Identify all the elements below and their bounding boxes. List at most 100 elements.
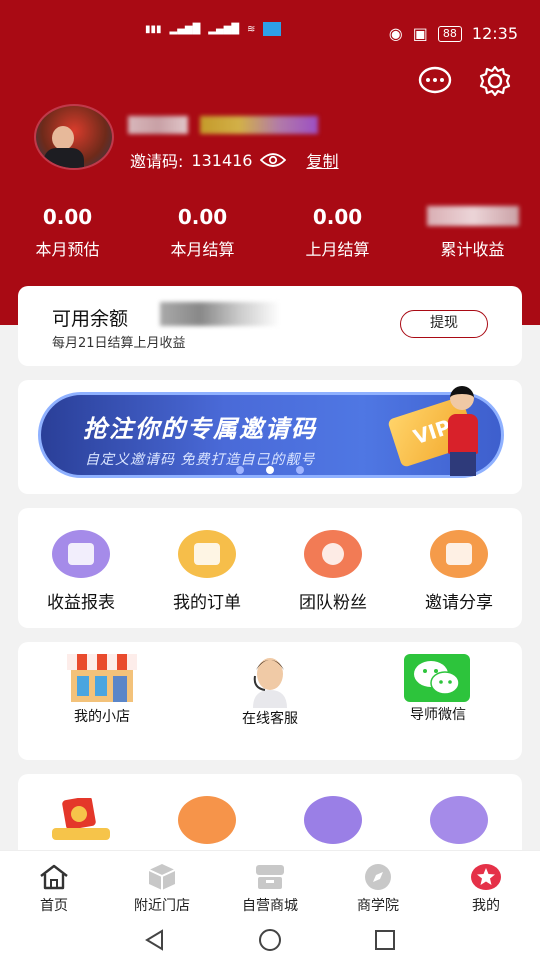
status-bar: ▮▮▮ ▂▄▆█ ▂▄▆█ ≋ ◉ ▣ 88 12:35 (0, 0, 540, 64)
tools-card: 我的小店 在线客服 导师微信 (18, 642, 522, 760)
nav-home[interactable]: 首页 (0, 851, 108, 920)
chat-bubble-icon (418, 66, 452, 94)
person-head (450, 386, 474, 410)
function-grid: 收益报表 我的订单 团队粉丝 邀请分享 (18, 508, 522, 628)
cube-icon (146, 863, 178, 891)
gear-icon (479, 65, 511, 97)
carousel-dot-active[interactable] (266, 466, 274, 474)
carousel-dots (18, 466, 522, 474)
shop-icon (67, 654, 137, 702)
nav-label: 我的 (472, 898, 500, 914)
nav-self-mall[interactable]: 自营商城 (216, 851, 324, 920)
back-icon[interactable] (144, 929, 166, 951)
report-icon (52, 530, 110, 578)
banner-title: 抢注你的专属邀请码 (83, 415, 317, 443)
video-icon (430, 796, 488, 844)
grid-label: 收益报表 (47, 593, 115, 613)
nav-label: 首页 (40, 898, 68, 914)
notification-icon (263, 22, 282, 36)
stat-label: 上月结算 (305, 240, 370, 259)
nav-label: 自营商城 (242, 898, 298, 914)
blur-block (200, 116, 318, 134)
nav-label: 附近门店 (134, 898, 190, 914)
store-icon (254, 863, 286, 891)
wifi-icon: ≋ (247, 23, 256, 35)
battery-indicator: 88 (437, 25, 462, 42)
system-navigation (0, 920, 540, 960)
recents-icon[interactable] (374, 929, 396, 951)
banner-card: 抢注你的专属邀请码 自定义邀请码 免费打造自己的靓号 VIP (18, 380, 522, 494)
withdraw-button[interactable]: 提现 (400, 310, 488, 338)
document-icon (304, 796, 362, 844)
home-circle-icon[interactable] (258, 928, 282, 952)
red-packet-icon (52, 798, 110, 840)
user-icon (304, 530, 362, 578)
stat-value: 0.00 (42, 205, 93, 229)
grid-label: 邀请分享 (425, 593, 493, 613)
stat-label: 累计收益 (440, 240, 505, 259)
nav-mine[interactable]: 我的 (432, 851, 540, 920)
stat-value: 0.00 (312, 205, 363, 229)
wechat-icon (404, 654, 470, 702)
stat-label: 本月结算 (170, 240, 235, 259)
blur-block (128, 116, 188, 134)
avatar-body (44, 148, 84, 168)
stat-total-income[interactable]: 累计收益 (405, 200, 540, 264)
person-illustration (442, 380, 486, 480)
copy-button[interactable]: 复制 (306, 148, 338, 172)
carousel-dot[interactable] (236, 466, 244, 474)
gift-icon (430, 530, 488, 578)
sim-icon: ▮▮▮ (145, 23, 162, 35)
header-actions (418, 64, 512, 98)
grid-label: 我的订单 (173, 593, 241, 613)
invite-code-row: 邀请码: 131416 复制 (130, 148, 339, 172)
tool-online-service[interactable]: 在线客服 (186, 642, 354, 760)
message-button[interactable] (418, 64, 452, 98)
stat-label: 本月预估 (35, 240, 100, 259)
stat-value-blurred (405, 200, 540, 234)
stat-value: 0.00 (177, 205, 228, 229)
person-torso (448, 414, 478, 454)
grid-item-income-report[interactable]: 收益报表 (18, 508, 144, 628)
nav-nearby-stores[interactable]: 附近门店 (108, 851, 216, 920)
bottom-navigation: 首页 附近门店 自营商城 商学院 我的 (0, 850, 540, 920)
balance-amount-blurred (160, 302, 280, 326)
balance-title: 可用余额 (52, 308, 129, 330)
signal-icon-2: ▂▄▆█ (208, 23, 240, 35)
balance-subtitle: 每月21日结算上月收益 (52, 336, 186, 351)
grid-label: 团队粉丝 (299, 593, 367, 613)
avatar-face (52, 126, 74, 150)
earnings-stats: 0.00 本月预估 0.00 本月结算 0.00 上月结算 累计收益 (0, 200, 540, 264)
signal-indicators: ▮▮▮ ▂▄▆█ ▂▄▆█ ≋ (145, 22, 282, 36)
tool-label: 导师微信 (410, 707, 466, 723)
avatar[interactable] (34, 104, 114, 170)
tool-mentor-wechat[interactable]: 导师微信 (354, 642, 522, 760)
settings-button[interactable] (478, 64, 512, 98)
invite-label: 邀请码: (130, 152, 184, 171)
home-icon (38, 863, 70, 891)
profile-star-icon (470, 863, 502, 891)
customer-service-icon (253, 658, 287, 708)
stat-last-month[interactable]: 0.00 上月结算 (270, 200, 405, 264)
stat-month-estimate[interactable]: 0.00 本月预估 (0, 200, 135, 264)
vibrate-icon: ▣ (412, 24, 428, 43)
carousel-dot[interactable] (296, 466, 304, 474)
tool-my-shop[interactable]: 我的小店 (18, 642, 186, 760)
time: 12:35 (471, 24, 518, 43)
signal-icon: ▂▄▆█ (169, 23, 201, 35)
tool-label: 我的小店 (74, 709, 130, 725)
nav-business-school[interactable]: 商学院 (324, 851, 432, 920)
compass-icon (362, 863, 394, 891)
grid-item-my-orders[interactable]: 我的订单 (144, 508, 270, 628)
grid-item-invite-share[interactable]: 邀请分享 (396, 508, 522, 628)
invite-code: 131416 (191, 150, 253, 170)
eye-icon: ◉ (388, 24, 403, 43)
balance-card: 可用余额 每月21日结算上月收益 提现 (18, 286, 522, 366)
username-blurred (128, 112, 318, 136)
wallet-icon (178, 530, 236, 578)
grid-item-team-fans[interactable]: 团队粉丝 (270, 508, 396, 628)
circle-icon (178, 796, 236, 844)
nav-label: 商学院 (357, 898, 399, 914)
eye-icon[interactable] (260, 152, 287, 168)
stat-month-settled[interactable]: 0.00 本月结算 (135, 200, 270, 264)
